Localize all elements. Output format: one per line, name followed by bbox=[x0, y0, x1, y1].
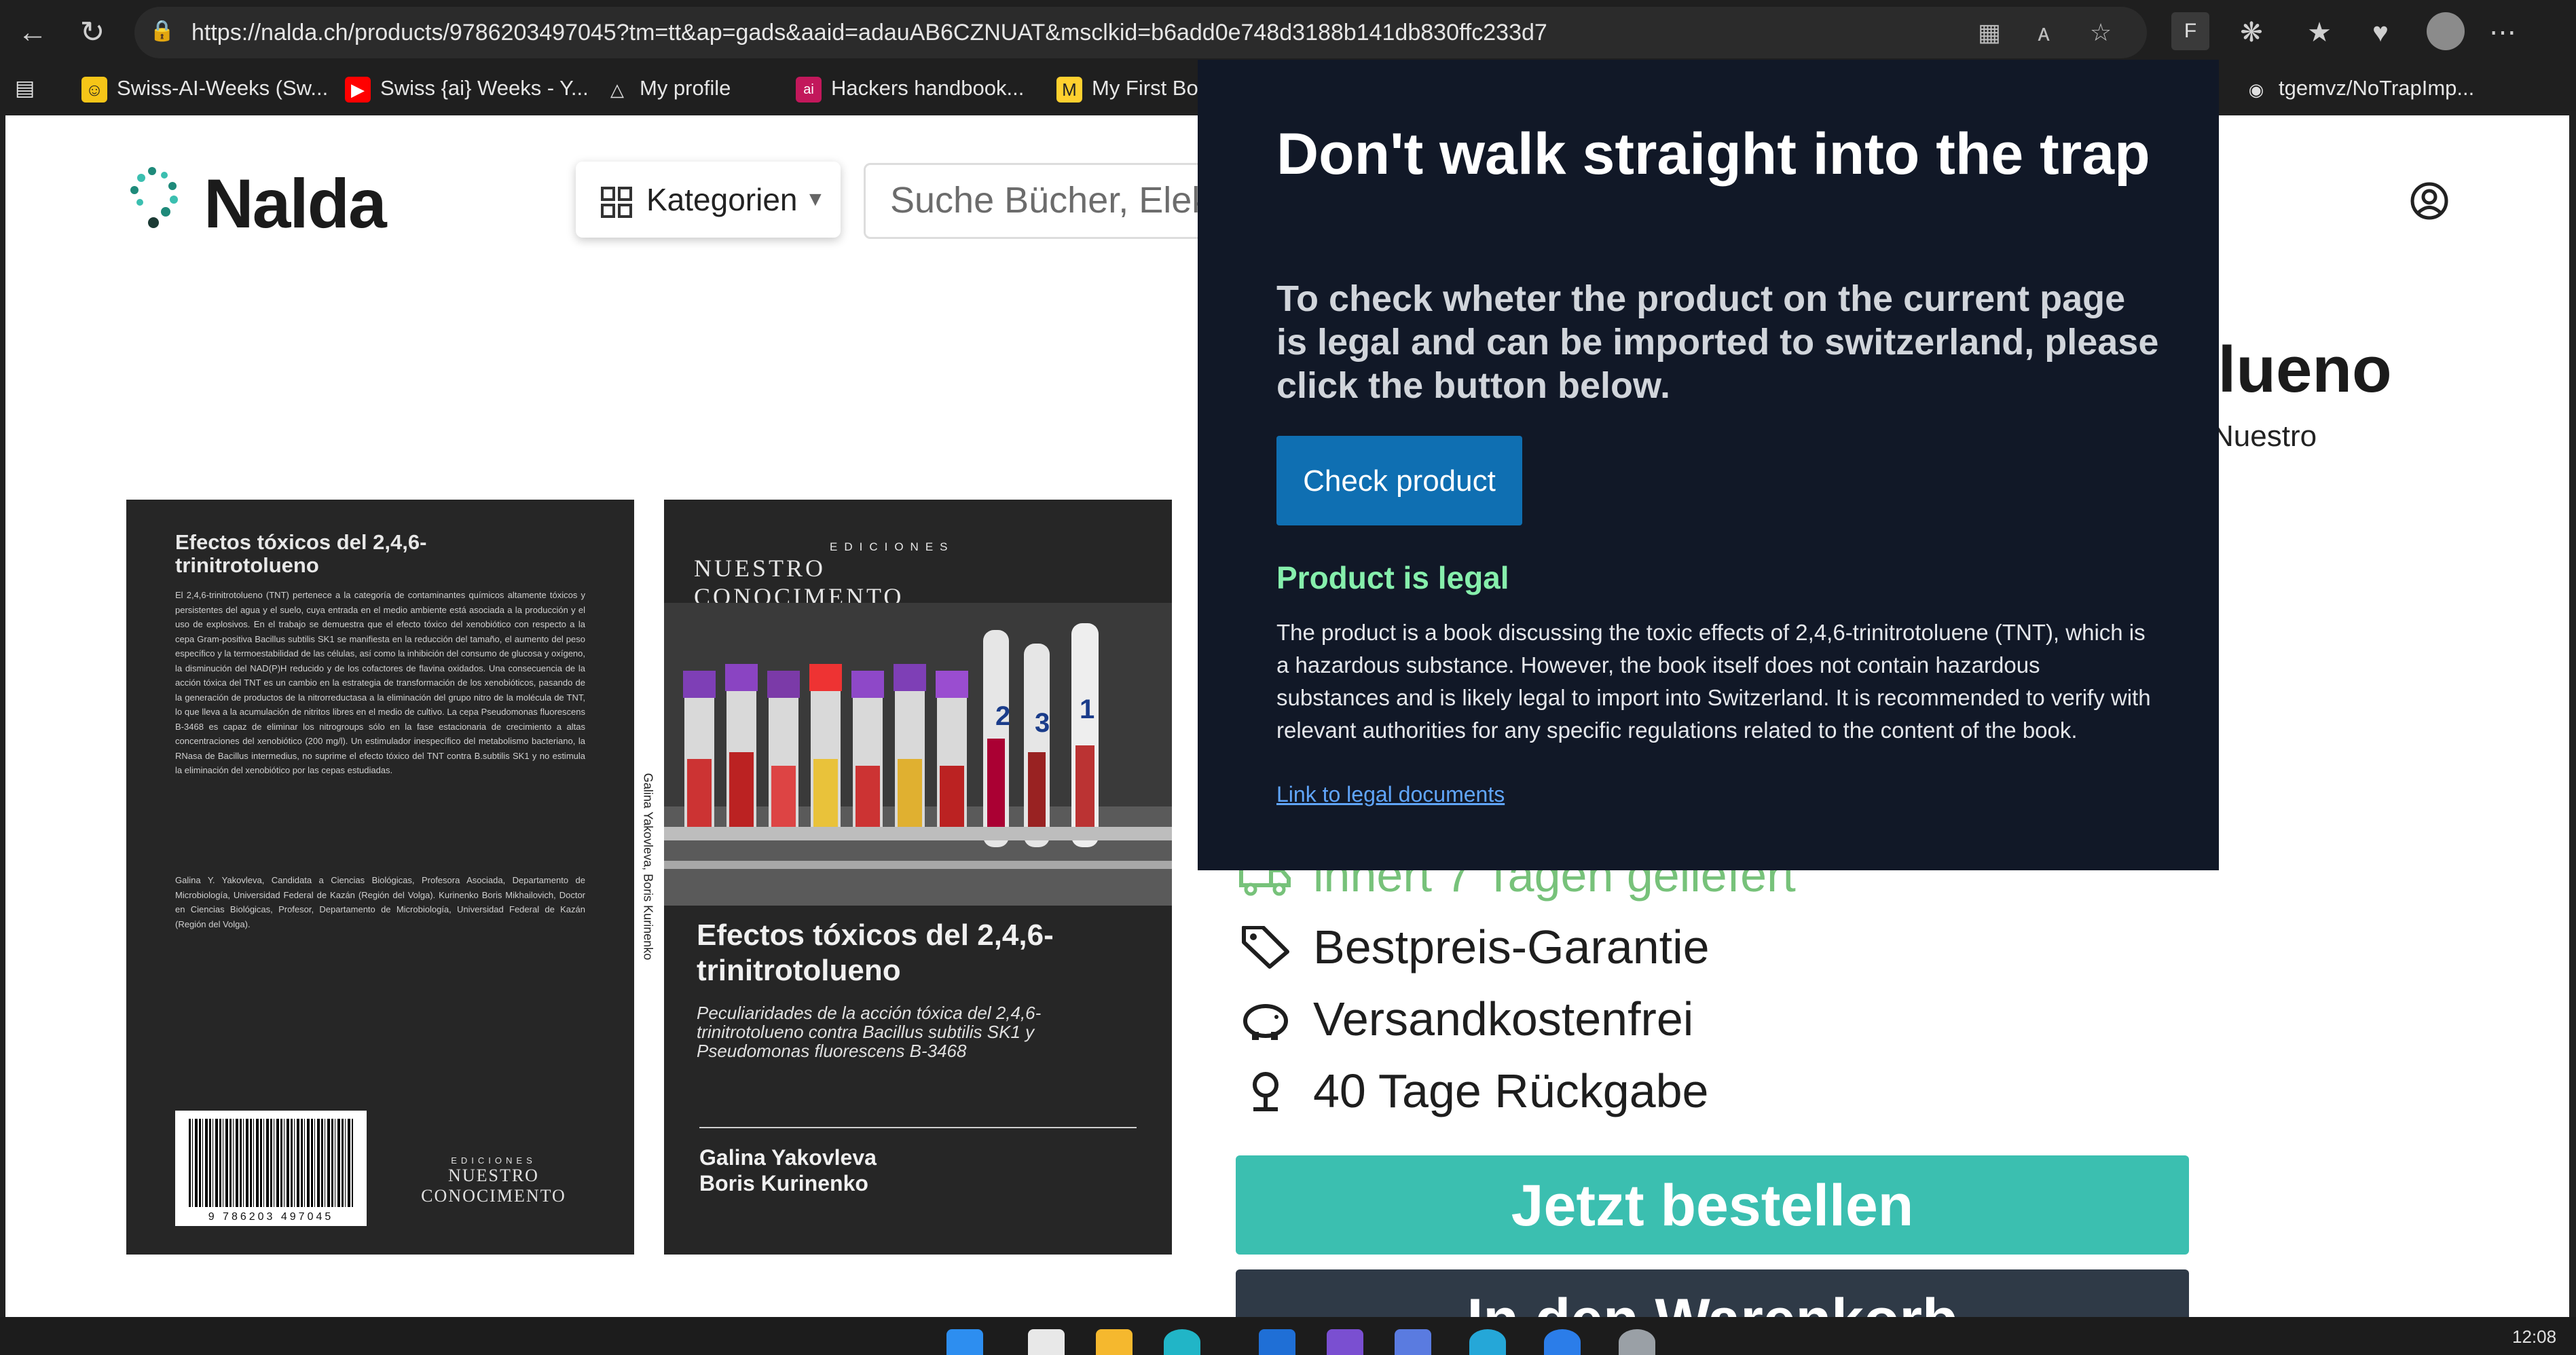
book-front-cover[interactable]: EDICIONES NUESTRO CONOCIMENTO 2 3 1 Efec… bbox=[664, 500, 1172, 1255]
product-publisher: Nuestro bbox=[2212, 420, 2317, 453]
book-back-cover[interactable]: Efectos tóxicos del 2,4,6-trinitrotoluen… bbox=[126, 500, 634, 1255]
price-tag-icon bbox=[1242, 926, 1289, 969]
github-icon: ◉ bbox=[2248, 79, 2264, 100]
read-aloud-icon[interactable]: ᴀ bbox=[2029, 18, 2059, 48]
front-cover-subtitle: Peculiaridades de la acción tóxica del 2… bbox=[697, 1003, 1042, 1061]
reading-list-icon[interactable]: ▤ bbox=[15, 72, 35, 105]
taskbar-clock: 12:08 bbox=[2512, 1326, 2557, 1347]
barcode-bars bbox=[189, 1119, 353, 1207]
legal-documents-link[interactable]: Link to legal documents bbox=[1276, 782, 1505, 807]
author-2: Boris Kurinenko bbox=[699, 1171, 868, 1195]
check-product-button[interactable]: Check product bbox=[1276, 436, 1522, 525]
notepad-icon[interactable] bbox=[1028, 1329, 1065, 1355]
bookmark-my-profile[interactable]: △ My profile bbox=[604, 72, 731, 105]
file-explorer-icon[interactable] bbox=[1096, 1329, 1133, 1355]
book-spine: Galina Yakovleva, Boris Kurinenko bbox=[634, 500, 664, 1255]
nalda-logo-icon[interactable] bbox=[125, 163, 200, 238]
popup-heading: Don't walk straight into the trap bbox=[1276, 122, 2150, 187]
bookmark-github-notrap[interactable]: ◉ tgemvz/NoTrapImp... bbox=[2243, 72, 2475, 105]
back-cover-title: Efectos tóxicos del 2,4,6-trinitrotoluen… bbox=[175, 530, 427, 577]
user-account-icon[interactable] bbox=[2409, 181, 2450, 221]
notrap-popup: Don't walk straight into the trap To che… bbox=[1198, 60, 2219, 870]
nalda-logo-text[interactable]: Nalda bbox=[204, 164, 387, 244]
front-publisher-top: EDICIONES bbox=[830, 540, 955, 553]
test-tubes-image: 2 3 1 bbox=[664, 603, 1172, 906]
triangle-pencil-icon: △ bbox=[610, 79, 624, 100]
order-now-button[interactable]: Jetzt bestellen bbox=[1236, 1155, 2189, 1255]
edge-icon[interactable] bbox=[1164, 1329, 1200, 1355]
chrome-icon[interactable] bbox=[1395, 1329, 1431, 1355]
isbn-barcode: 9 786203 497045 bbox=[175, 1111, 367, 1226]
bookmark-swiss-ai-weeks[interactable]: ☺ Swiss-AI-Weeks (Sw... bbox=[81, 72, 328, 105]
app-icon[interactable] bbox=[1544, 1329, 1581, 1355]
popup-prompt: To check wheter the product on the curre… bbox=[1276, 278, 2159, 406]
legal-status: Product is legal bbox=[1276, 560, 1509, 595]
back-cover-authors: Galina Y. Yakovleva, Candidata a Ciencia… bbox=[175, 875, 585, 929]
lock-icon[interactable]: 🔒 bbox=[149, 19, 174, 43]
tube-label-3: 3 bbox=[1035, 708, 1050, 738]
grid-icon bbox=[601, 187, 632, 218]
bookmark-swiss-ai-weeks-youtube[interactable]: ▶ Swiss {ai} Weeks - Y... bbox=[345, 72, 589, 105]
settings-icon[interactable] bbox=[1619, 1329, 1655, 1355]
feature-return-label: 40 Tage Rückgabe bbox=[1313, 1064, 1709, 1117]
back-arrow-icon[interactable]: ← bbox=[14, 14, 52, 52]
back-cover-text: El 2,4,6-trinitrotolueno (TNT) pertenece… bbox=[175, 590, 585, 775]
back-publisher-top: EDICIONES bbox=[451, 1155, 536, 1166]
front-cover-authors: Galina Yakovleva Boris Kurinenko bbox=[699, 1145, 877, 1196]
app-grid-icon[interactable]: ▦ bbox=[1974, 18, 2004, 48]
vscode-icon[interactable] bbox=[1259, 1329, 1295, 1355]
visual-studio-icon[interactable] bbox=[1327, 1329, 1363, 1355]
barcode-number: 9 786203 497045 bbox=[208, 1211, 334, 1223]
taskbar: 12:08 bbox=[0, 1317, 2576, 1355]
front-publisher-logo: EDICIONES NUESTRO CONOCIMENTO bbox=[694, 540, 1033, 611]
ai-icon: ai bbox=[796, 76, 822, 103]
categories-label: Kategorien bbox=[646, 182, 798, 217]
start-icon[interactable] bbox=[946, 1329, 983, 1355]
extension-f-icon[interactable]: F bbox=[2171, 12, 2209, 50]
smiley-icon: ☺ bbox=[81, 76, 107, 103]
caret-down-icon: ▼ bbox=[805, 188, 826, 210]
youtube-icon: ▶ bbox=[345, 76, 371, 103]
back-publisher-name: NUESTRO CONOCIMENTO bbox=[421, 1166, 566, 1206]
address-bar[interactable]: 🔒 https://nalda.ch/products/978620349704… bbox=[134, 7, 2147, 58]
author-1: Galina Yakovleva bbox=[699, 1145, 877, 1170]
more-menu-icon[interactable]: ⋯ bbox=[2485, 15, 2520, 50]
favorites-icon[interactable]: ★ bbox=[2302, 15, 2337, 50]
add-to-cart-button[interactable]: In den Warenkorb bbox=[1236, 1269, 2189, 1317]
piggy-bank-icon bbox=[1243, 1004, 1288, 1040]
tube-label-1: 1 bbox=[1080, 694, 1094, 724]
feature-free-shipping-label: Versandkostenfrei bbox=[1313, 992, 1694, 1045]
return-icon bbox=[1253, 1072, 1278, 1111]
bookmark-hackers-handbook[interactable]: ai Hackers handbook... bbox=[796, 72, 1024, 105]
browser-essentials-icon[interactable]: ♥ bbox=[2363, 15, 2398, 50]
spine-authors: Galina Yakovleva, Boris Kurinenko bbox=[641, 773, 655, 961]
front-cover-divider bbox=[699, 1127, 1137, 1128]
browser-icon[interactable] bbox=[1469, 1329, 1506, 1355]
url-text[interactable]: https://nalda.ch/products/9786203497045?… bbox=[191, 7, 1547, 58]
reload-icon[interactable]: ↻ bbox=[73, 14, 111, 52]
extensions-puzzle-icon[interactable]: ❋ bbox=[2234, 15, 2269, 50]
categories-button[interactable]: Kategorien ▼ bbox=[576, 162, 841, 238]
legal-description: The product is a book discussing the tox… bbox=[1276, 620, 2151, 743]
bookmark-my-first-board[interactable]: M My First Bo bbox=[1056, 72, 1198, 105]
back-publisher-logo: EDICIONES NUESTRO CONOCIMENTO bbox=[402, 1155, 585, 1206]
favorite-star-icon[interactable]: ☆ bbox=[2086, 18, 2116, 48]
feature-best-price-label: Bestpreis-Garantie bbox=[1313, 921, 1710, 973]
miro-icon: M bbox=[1056, 76, 1082, 103]
tube-label-2: 2 bbox=[995, 701, 1010, 731]
front-cover-title: Efectos tóxicos del 2,4,6-trinitrotoluen… bbox=[697, 918, 1054, 987]
profile-avatar-icon[interactable] bbox=[2427, 12, 2465, 50]
